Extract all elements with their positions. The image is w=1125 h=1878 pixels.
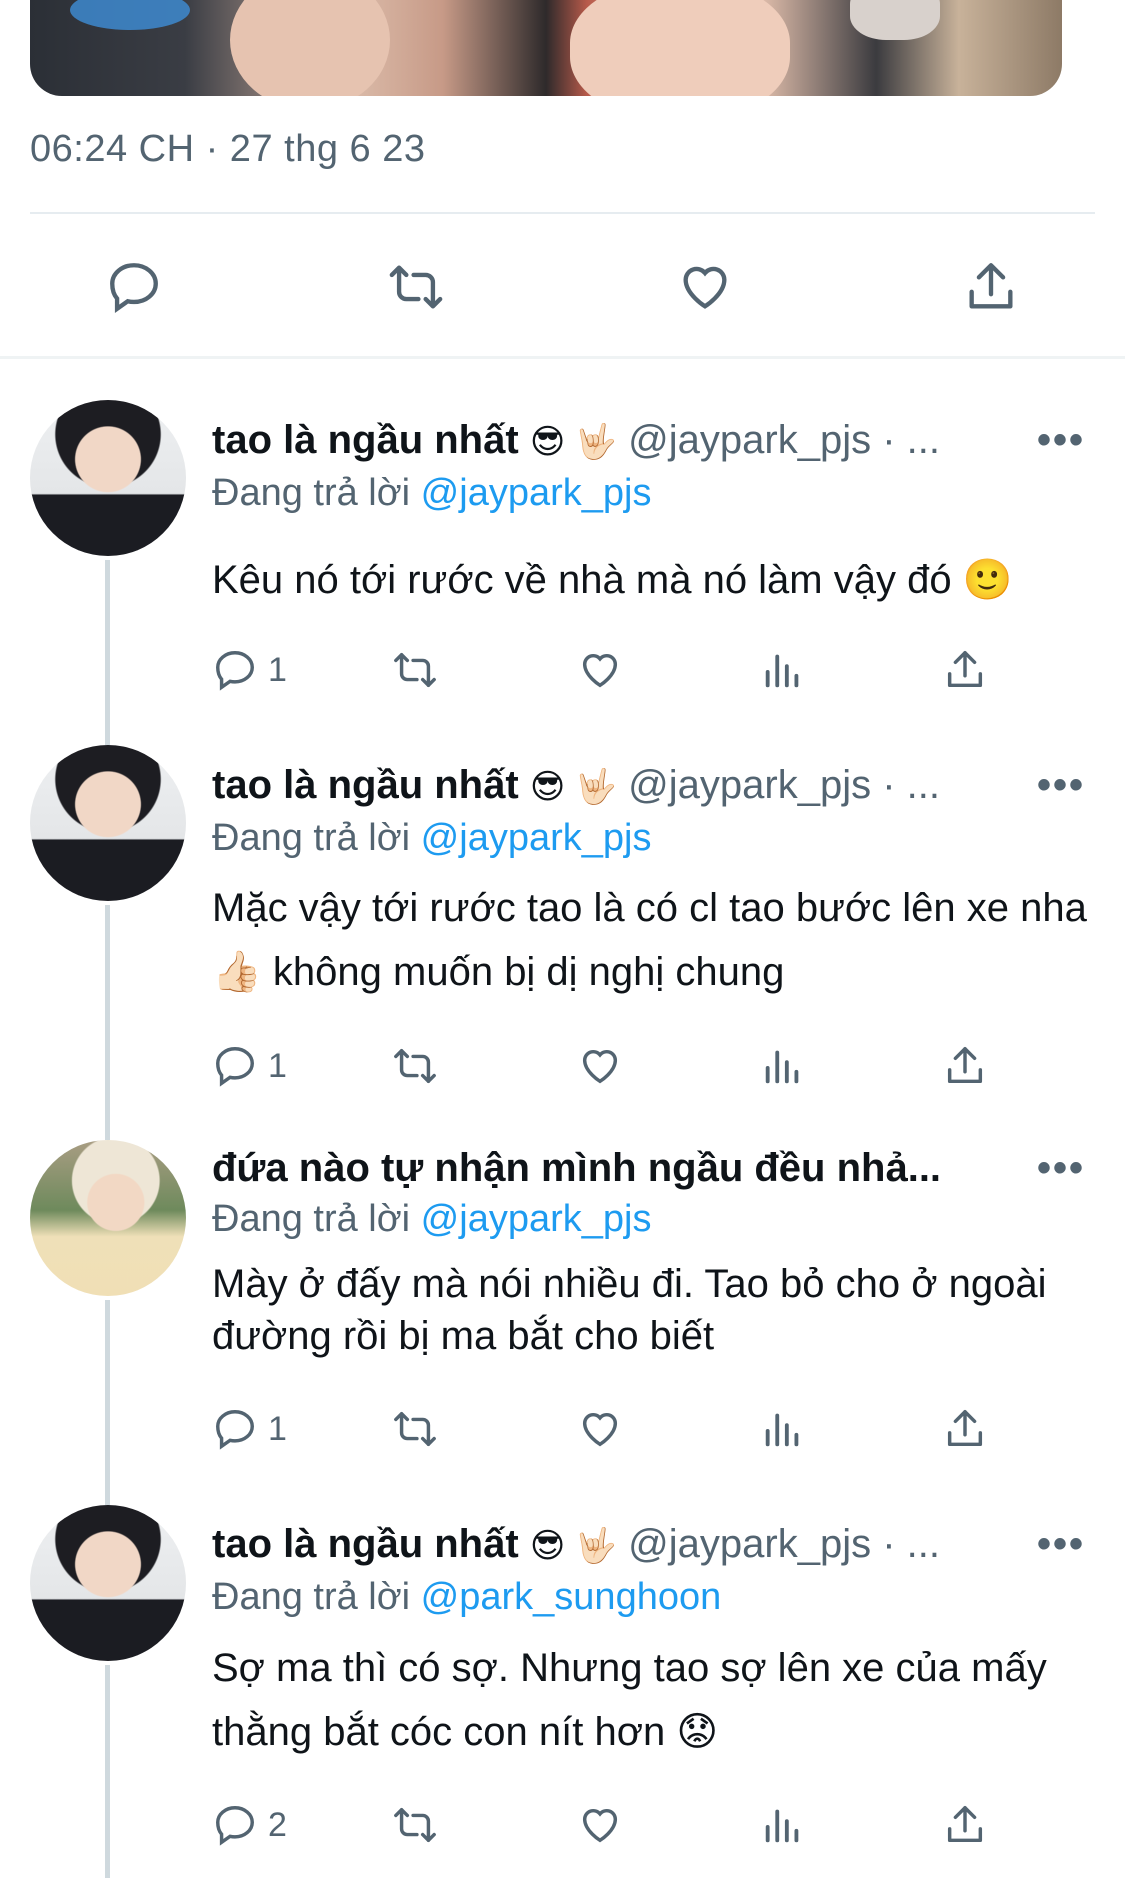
display-name[interactable]: tao là ngầu nhất (212, 1522, 519, 1566)
share-upload-icon (947, 1047, 983, 1084)
replying-mention[interactable]: @park_sunghoon (421, 1576, 722, 1618)
display-name[interactable]: đứa nào tự nhận mình ngầu đều nhả... (212, 1146, 941, 1190)
reply-bubble-icon (216, 1410, 254, 1450)
more-dots-icon[interactable]: ••• (1037, 418, 1085, 463)
share-upload-icon[interactable] (962, 258, 1020, 316)
like-button[interactable] (577, 1036, 623, 1096)
avatar[interactable] (30, 400, 186, 556)
main-tweet-actions (0, 240, 1125, 330)
replying-mention[interactable]: @jaypark_pjs (421, 472, 652, 514)
reply-text: Mày ở đấy mà nói nhiều đi. Tao bỏ cho ở … (212, 1262, 1047, 1358)
thread-line (105, 905, 110, 1140)
reply-text: Mặc vậy tới rước tao là có cl tao bước l… (212, 886, 1087, 994)
reply-count: 1 (268, 1046, 287, 1085)
name-emoji: 😎 🤟🏻 (529, 768, 618, 806)
tweet-timestamp[interactable]: 06:24 CH · 27 thg 6 23 (30, 128, 425, 171)
name-emoji: 😎 🤟🏻 (529, 423, 618, 461)
retweet-button[interactable] (392, 1399, 438, 1459)
reply-bubble-icon (216, 1806, 254, 1846)
reply-actions: 1 (212, 640, 1092, 700)
replying-label: Đang trả lời (212, 1576, 411, 1618)
retweet-icon (394, 1411, 436, 1447)
user-handle[interactable]: @jaypark_pjs · ... (628, 1522, 940, 1566)
thread-line (105, 1665, 110, 1878)
reply-count: 1 (268, 1409, 287, 1448)
avatar[interactable] (30, 1505, 186, 1661)
reply-button[interactable]: 1 (212, 1036, 287, 1096)
views-bar-chart-icon (765, 1413, 799, 1447)
reply-text: Kêu nó tới rước về nhà mà nó làm vậy đó … (212, 558, 1013, 602)
display-name[interactable]: tao là ngầu nhất (212, 418, 519, 462)
share-button[interactable] (942, 1399, 988, 1459)
replying-mention[interactable]: @jaypark_pjs (421, 817, 652, 859)
media-detail (570, 0, 790, 96)
thread-line (105, 560, 110, 745)
replying-label: Đang trả lời (212, 472, 411, 514)
more-dots-icon[interactable]: ••• (1037, 1522, 1085, 1567)
views-bar-chart-icon (765, 654, 799, 688)
more-dots-icon[interactable]: ••• (1037, 1146, 1085, 1191)
display-name[interactable]: tao là ngầu nhất (212, 763, 519, 807)
reply-actions: 1 (212, 1399, 1092, 1459)
user-handle[interactable]: @jaypark_pjs · ... (628, 418, 940, 462)
heart-icon (582, 1412, 618, 1447)
more-dots-icon[interactable]: ••• (1037, 763, 1085, 808)
user-handle[interactable]: @jaypark_pjs · ... (628, 763, 940, 807)
share-upload-icon (947, 651, 983, 688)
replying-label: Đang trả lời (212, 1198, 411, 1240)
reply-bubble-icon (216, 1047, 254, 1087)
reply-button[interactable]: 2 (212, 1795, 287, 1855)
views-button[interactable] (760, 1795, 806, 1855)
like-button[interactable] (577, 640, 623, 700)
heart-icon (582, 1808, 618, 1843)
views-button[interactable] (760, 640, 806, 700)
media-detail (850, 0, 940, 40)
share-button[interactable] (942, 640, 988, 700)
reply-button[interactable]: 1 (212, 640, 287, 700)
tweet-media-image[interactable] (30, 0, 1062, 96)
thread-line (105, 1300, 110, 1505)
like-button[interactable] (577, 1795, 623, 1855)
share-upload-icon (947, 1410, 983, 1447)
reply-button[interactable]: 1 (212, 1399, 287, 1459)
divider (30, 212, 1095, 214)
retweet-button[interactable] (392, 1795, 438, 1855)
section-divider (0, 356, 1125, 359)
reply-count: 1 (268, 650, 287, 689)
avatar[interactable] (30, 745, 186, 901)
reply-bubble-icon (216, 651, 254, 691)
reply-actions: 2 (212, 1795, 1092, 1855)
retweet-button[interactable] (392, 1036, 438, 1096)
replying-mention[interactable]: @jaypark_pjs (421, 1198, 652, 1240)
retweet-icon[interactable] (387, 258, 445, 316)
heart-icon (582, 1049, 618, 1084)
share-upload-icon (947, 1806, 983, 1843)
heart-icon (582, 653, 618, 688)
retweet-icon (394, 1048, 436, 1084)
heart-icon[interactable] (676, 258, 734, 316)
views-button[interactable] (760, 1399, 806, 1459)
media-detail (230, 0, 390, 96)
retweet-button[interactable] (392, 640, 438, 700)
replying-label: Đang trả lời (212, 817, 411, 859)
views-button[interactable] (760, 1036, 806, 1096)
reply-count: 2 (268, 1805, 287, 1844)
share-button[interactable] (942, 1036, 988, 1096)
name-emoji: 😎 🤟🏻 (529, 1527, 618, 1565)
retweet-icon (394, 652, 436, 688)
views-bar-chart-icon (765, 1050, 799, 1084)
media-detail (70, 0, 190, 30)
like-button[interactable] (577, 1399, 623, 1459)
views-bar-chart-icon (765, 1809, 799, 1843)
reply-bubble-icon[interactable] (105, 258, 163, 316)
reply-actions: 1 (212, 1036, 1092, 1096)
share-button[interactable] (942, 1795, 988, 1855)
avatar[interactable] (30, 1140, 186, 1296)
retweet-icon (394, 1807, 436, 1843)
reply-text: Sợ ma thì có sợ. Nhưng tao sợ lên xe của… (212, 1646, 1047, 1754)
